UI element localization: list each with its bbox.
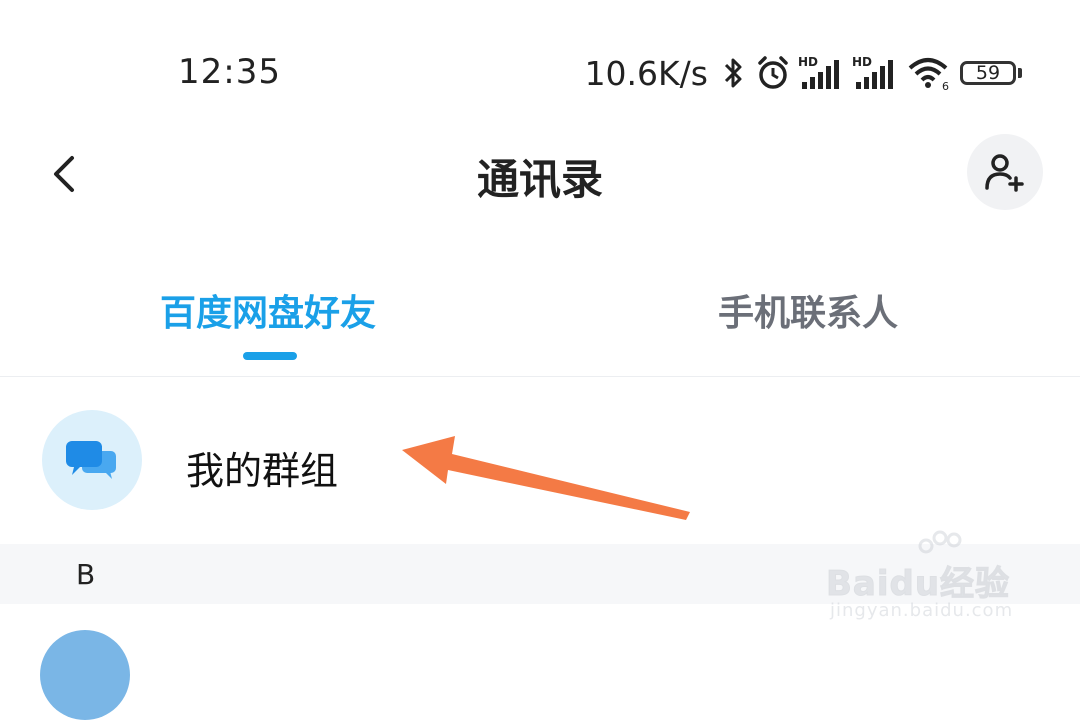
- watermark-brand: Baidu经验: [825, 564, 1011, 605]
- avatar[interactable]: [40, 630, 130, 720]
- tab-phone-contacts[interactable]: 手机联系人: [718, 284, 898, 336]
- my-groups-row[interactable]: 我的群组: [0, 382, 1080, 542]
- svg-text:HD: HD: [798, 55, 818, 69]
- group-avatar: [42, 410, 142, 510]
- svg-text:6: 6: [942, 80, 949, 92]
- tab-baidu-friends[interactable]: 百度网盘好友: [160, 284, 376, 336]
- network-speed: 10.6K/s: [584, 53, 708, 93]
- contact-tabs: 百度网盘好友 手机联系人: [0, 270, 1080, 376]
- chat-bubbles-icon: [66, 441, 116, 479]
- status-time: 12:35: [178, 52, 281, 92]
- signal-hd-icon: HD: [852, 54, 900, 92]
- signal-hd-icon: HD: [798, 54, 846, 92]
- page-title: 通讯录: [476, 155, 603, 204]
- active-tab-indicator: [243, 352, 297, 360]
- status-icons: 10.6K/s HD HD 6 59: [585, 50, 1022, 96]
- alarm-icon: [754, 54, 792, 92]
- divider: [0, 376, 1080, 377]
- svg-text:HD: HD: [852, 55, 872, 69]
- battery-indicator: 59: [960, 61, 1022, 85]
- add-contact-button[interactable]: [967, 134, 1043, 210]
- battery-tip: [1018, 68, 1022, 78]
- bluetooth-icon: [718, 55, 748, 91]
- add-person-icon: [985, 154, 1024, 192]
- section-letter: B: [76, 558, 96, 591]
- wifi-icon: 6: [906, 54, 954, 92]
- watermark-url: jingyan.baidu.com: [830, 600, 1014, 621]
- battery-level: 59: [960, 61, 1016, 85]
- nav-bar: 通讯录: [0, 134, 1080, 214]
- status-bar: 12:35 10.6K/s HD HD 6 59: [0, 0, 1080, 140]
- baidu-watermark: Baidu经验 jingyan.baidu.com: [825, 530, 1056, 630]
- my-groups-label: 我的群组: [186, 449, 339, 493]
